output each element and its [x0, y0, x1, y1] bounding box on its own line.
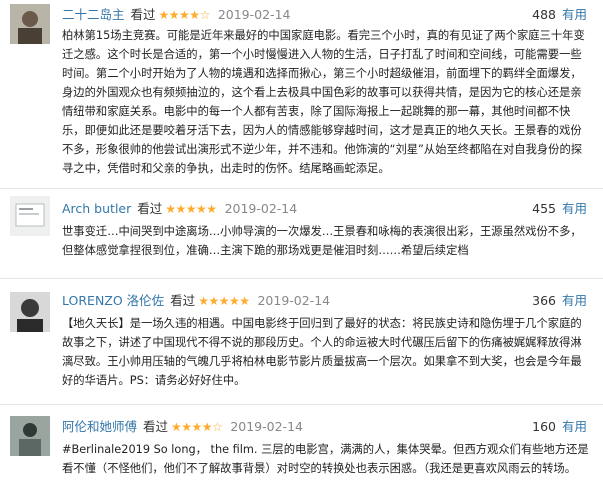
- review-item: Arch butler 看过 ★★★★★ 2019-02-14 455 有用 世事变迁……: [0, 194, 603, 276]
- useful-vote: 366 有用: [532, 292, 587, 310]
- useful-vote: 455 有用: [532, 200, 587, 218]
- useful-count: 160: [532, 419, 556, 434]
- review-meta: Arch butler 看过 ★★★★★ 2019-02-14: [62, 200, 297, 218]
- review-date: 2019-02-14: [257, 293, 331, 308]
- review-author-link[interactable]: Arch butler: [62, 201, 131, 216]
- useful-button[interactable]: 有用: [562, 419, 587, 434]
- review-date: 2019-02-14: [230, 419, 303, 434]
- review-text: #Berlinale2019 So long， the film. 三层的电影宫…: [62, 443, 589, 475]
- avatar-icon: [10, 4, 50, 44]
- watched-label: 看过: [143, 419, 169, 434]
- rating-stars: ★★★★★: [165, 202, 217, 216]
- avatar[interactable]: [10, 4, 50, 44]
- useful-count: 455: [532, 201, 556, 216]
- watched-label: 看过: [130, 7, 156, 22]
- useful-count: 488: [532, 7, 556, 22]
- watched-label: 看过: [137, 201, 163, 216]
- divider: [0, 188, 603, 189]
- review-author-link[interactable]: LORENZO 洛伦佐: [62, 293, 164, 308]
- avatar[interactable]: [10, 196, 50, 236]
- review-meta: 二十二岛主 看过 ★★★★☆ 2019-02-14: [62, 6, 290, 24]
- useful-button[interactable]: 有用: [562, 7, 587, 22]
- review-date: 2019-02-14: [217, 7, 291, 22]
- useful-vote: 160 有用: [532, 418, 587, 436]
- avatar[interactable]: [10, 416, 50, 456]
- avatar[interactable]: [10, 292, 50, 332]
- avatar-icon: [10, 196, 50, 236]
- useful-count: 366: [532, 293, 556, 308]
- divider: [0, 278, 603, 279]
- rating-stars: ★★★★★: [198, 294, 250, 308]
- review-meta: 阿伦和她师傅 看过 ★★★★☆ 2019-02-14: [62, 418, 303, 436]
- review-item: 二十二岛主 看过 ★★★★☆ 2019-02-14 488 有用 柏林第15场主竞赛。可…: [0, 0, 603, 196]
- rating-stars: ★★★★☆: [158, 8, 211, 22]
- rating-stars: ★★★★☆: [171, 420, 223, 434]
- review-date: 2019-02-14: [224, 201, 298, 216]
- useful-button[interactable]: 有用: [562, 201, 587, 216]
- useful-button[interactable]: 有用: [562, 293, 587, 308]
- review-item: 阿伦和她师傅 看过 ★★★★☆ 2019-02-14 160 有用 #Berlinale…: [0, 412, 603, 480]
- review-meta: LORENZO 洛伦佐 看过 ★★★★★ 2019-02-14: [62, 292, 330, 310]
- review-text: 【地久天长】是一场久违的相遇。中国电影终于回归到了最好的状态：将民族史诗和隐伤埋…: [62, 317, 582, 387]
- review-author-link[interactable]: 阿伦和她师傅: [62, 419, 137, 434]
- divider: [0, 404, 603, 405]
- avatar-icon: [10, 292, 50, 332]
- review-author-link[interactable]: 二十二岛主: [62, 7, 125, 22]
- review-item: LORENZO 洛伦佐 看过 ★★★★★ 2019-02-14 366 有用 【地久天长…: [0, 286, 603, 416]
- useful-vote: 488 有用: [532, 6, 587, 24]
- watched-label: 看过: [170, 293, 196, 308]
- review-text: 世事变迁…中间哭到中途离场…小帅导演的一次爆发…王景春和咏梅的表演很出彩，王源虽…: [62, 225, 582, 257]
- avatar-icon: [10, 416, 50, 456]
- review-text: 柏林第15场主竞赛。可能是近年来最好的中国家庭电影。看完三个小时，真的有见证了两…: [62, 29, 585, 175]
